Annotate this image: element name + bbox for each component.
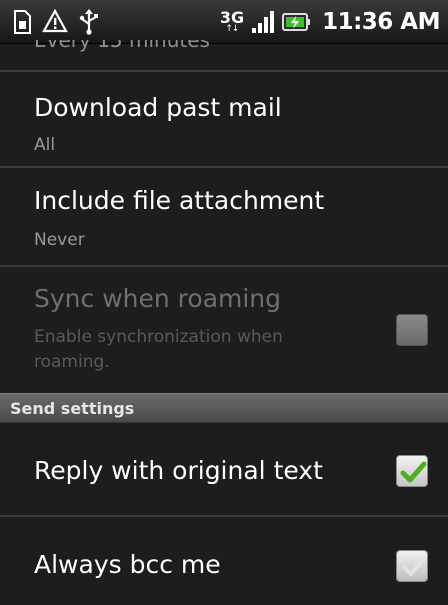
clock: 11:36 AM (322, 9, 440, 35)
pref-title: Include file attachment (34, 186, 325, 215)
check-icon (400, 461, 427, 483)
always-bcc-checkbox[interactable] (396, 550, 428, 582)
signal-icon (252, 11, 275, 33)
notification-icons (12, 8, 100, 36)
unchecked-mark-icon (403, 559, 424, 576)
settings-screen: 3G ↑↓ 11:36 AM Every 15 minutes Download… (0, 0, 448, 605)
sim-card-icon (14, 10, 31, 34)
pref-include-file-attachment[interactable]: Include file attachment Never (0, 168, 448, 265)
usb-icon (79, 9, 98, 35)
sync-roaming-checkbox (396, 314, 428, 346)
pref-reply-with-original-text[interactable]: Reply with original text (0, 423, 448, 515)
battery-charging-icon (282, 13, 311, 31)
pref-summary-line1: Enable synchronization when (34, 327, 283, 347)
network-type: 3G ↑↓ (220, 10, 244, 34)
pref-download-past-mail[interactable]: Download past mail All (0, 72, 448, 166)
section-header-send-settings: Send settings (0, 393, 448, 423)
sync-frequency-summary-text: Every 15 minutes (34, 40, 210, 52)
status-bar: 3G ↑↓ 11:36 AM (0, 0, 448, 44)
system-indicators: 3G ↑↓ 11:36 AM (220, 8, 441, 36)
pref-sync-when-roaming: Sync when roaming Enable synchronization… (0, 267, 448, 393)
pref-summary-line2: roaming. (34, 352, 110, 372)
sync-frequency-summary: Every 15 minutes (34, 40, 434, 60)
pref-title: Always bcc me (34, 550, 221, 579)
reply-original-checkbox[interactable] (396, 455, 428, 487)
section-header-label: Send settings (10, 399, 135, 418)
warning-icon (42, 9, 68, 33)
data-activity-icon: ↑↓ (225, 24, 239, 34)
pref-title: Sync when roaming (34, 284, 282, 313)
pref-summary: Never (34, 230, 85, 250)
pref-title: Download past mail (34, 93, 282, 122)
pref-summary: All (34, 135, 56, 155)
pref-always-bcc-me[interactable]: Always bcc me (0, 517, 448, 605)
pref-title: Reply with original text (34, 456, 323, 485)
